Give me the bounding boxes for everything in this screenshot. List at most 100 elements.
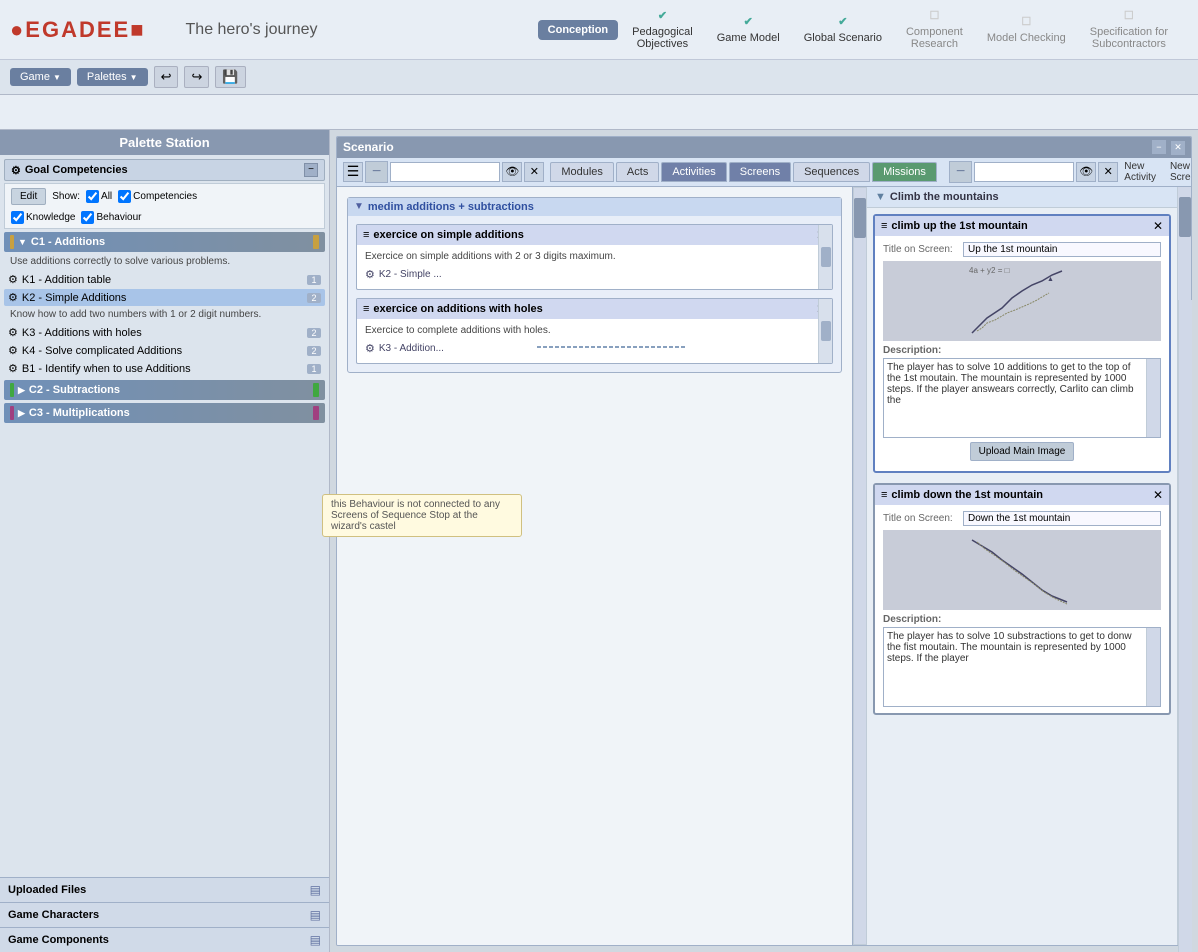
- c2-bar: [10, 383, 14, 397]
- exercise-2-scrollbar[interactable]: [818, 299, 832, 363]
- scenario-canvas[interactable]: ▼ medim additions + subtractions ≡ exerc…: [337, 187, 852, 946]
- exercise-card-1: ≡ exercice on simple additions ✕ Exercic…: [356, 224, 833, 290]
- activity-group-collapse-icon: ▼: [354, 201, 364, 212]
- k2-item[interactable]: ⚙ K2 - Simple Additions 2: [4, 289, 325, 306]
- save-button[interactable]: 💾: [215, 66, 245, 88]
- c3-header[interactable]: ▶ C3 - Multiplications: [4, 403, 325, 423]
- exercise-card-1-body: Exercice on simple additions with 2 or 3…: [357, 245, 832, 289]
- nav-step-game-model[interactable]: ✔ Game Model: [707, 11, 790, 48]
- drag-icon-button[interactable]: ☰: [343, 162, 363, 182]
- palettes-menu[interactable]: Palettes: [77, 68, 148, 86]
- game-characters-header[interactable]: Game Characters ▤: [0, 903, 329, 927]
- game-characters-section: Game Characters ▤: [0, 902, 329, 927]
- tab-activities[interactable]: Activities: [661, 162, 726, 182]
- edit-button[interactable]: Edit: [11, 188, 46, 205]
- screen-2-image: [967, 532, 1077, 607]
- screen-2-desc-scrollbar[interactable]: [1146, 628, 1160, 706]
- game-components-header[interactable]: Game Components ▤: [0, 928, 329, 952]
- screen-card-2-close[interactable]: ✕: [1153, 488, 1163, 502]
- b1-item[interactable]: ⚙ B1 - Identify when to use Additions 1: [4, 360, 325, 377]
- redo-button[interactable]: ↪: [184, 66, 209, 88]
- close-window-button[interactable]: ✕: [1171, 141, 1185, 155]
- goal-competencies-header[interactable]: ⚙ Goal Competencies −: [4, 159, 325, 181]
- svg-text:▲: ▲: [1047, 276, 1054, 283]
- exercise-1-scroll-thumb: [821, 247, 831, 267]
- k1-item[interactable]: ⚙ K1 - Addition table 1: [4, 271, 325, 288]
- new-activity-label: New Activity: [1124, 161, 1156, 183]
- screen-search-input[interactable]: [974, 162, 1074, 182]
- preview-icon-button[interactable]: 👁: [502, 162, 522, 182]
- main: Palette Station ⚙ Goal Competencies − Ed…: [0, 130, 1198, 952]
- behaviour-checkbox[interactable]: Behaviour: [81, 211, 141, 224]
- nav-step-model-checking[interactable]: ☐ Model Checking: [977, 11, 1076, 48]
- knowledge-checkbox[interactable]: Knowledge: [11, 211, 75, 224]
- exercise-2-scroll-thumb: [821, 321, 831, 341]
- competencies-checkbox[interactable]: Competencies: [118, 190, 197, 203]
- activity-search-input[interactable]: [390, 162, 500, 182]
- screen-preview-button[interactable]: 👁: [1076, 162, 1096, 182]
- c3-bar: [10, 406, 14, 420]
- scenario-window: Scenario − ✕ ☰ − 👁 ✕ Modules: [336, 136, 1192, 946]
- tab-acts[interactable]: Acts: [616, 162, 659, 182]
- game-characters-expand-icon: ▤: [310, 908, 321, 922]
- nav-step-pedagogical[interactable]: ✔ PedagogicalObjectives: [622, 5, 703, 54]
- center-scrollbar[interactable]: [853, 187, 867, 946]
- nav-step-global-scenario[interactable]: ✔ Global Scenario: [794, 11, 892, 48]
- exercise-card-2-body: Exercice to complete additions with hole…: [357, 319, 832, 363]
- screen-1-desc: The player has to solve 10 additions to …: [883, 358, 1161, 438]
- exercise-1-menu-icon: ≡: [363, 229, 369, 241]
- minimize-window-button[interactable]: −: [1152, 140, 1166, 154]
- k2-icon: ⚙: [8, 291, 18, 304]
- tab-modules[interactable]: Modules: [550, 162, 614, 182]
- filter-checkboxes: All Competencies: [86, 190, 197, 203]
- c3-right-bar: [313, 406, 319, 420]
- k2-ref-icon: ⚙: [365, 268, 375, 281]
- screen-cards-area[interactable]: ≡ climb up the 1st mountain ✕ Title on S…: [867, 208, 1177, 946]
- tab-sequences[interactable]: Sequences: [793, 162, 870, 182]
- project-title: The hero's journey: [186, 21, 318, 39]
- screen-card-1: ≡ climb up the 1st mountain ✕ Title on S…: [873, 214, 1171, 473]
- logo: ●EGADEE■: [10, 17, 146, 43]
- nav-step-component-research[interactable]: ☐ ComponentResearch: [896, 5, 973, 54]
- screen-clear-button[interactable]: ✕: [1098, 162, 1118, 182]
- screen-1-menu-icon: ≡: [881, 220, 887, 232]
- new-screen-label: New Screen: [1170, 161, 1192, 183]
- k1-icon: ⚙: [8, 273, 18, 286]
- undo-button[interactable]: ↩: [154, 66, 179, 88]
- activity-group-header[interactable]: ▼ medim additions + subtractions: [348, 198, 841, 216]
- clear-search-button[interactable]: ✕: [524, 162, 544, 182]
- exercise-1-scrollbar[interactable]: [818, 225, 832, 289]
- title-on-screen-row: Title on Screen:: [883, 242, 1161, 257]
- exercise-card-2-header: ≡ exercice on additions with holes ✕: [357, 299, 832, 319]
- c2-header[interactable]: ▶ C2 - Subtractions: [4, 380, 325, 400]
- scenario-toolbar: ☰ − 👁 ✕ Modules Acts Activities Screens …: [337, 158, 1191, 187]
- tab-missions[interactable]: Missions: [872, 162, 937, 182]
- screen-card-1-header: ≡ climb up the 1st mountain ✕: [875, 216, 1169, 236]
- title-on-screen-1-input[interactable]: [963, 242, 1161, 257]
- uploaded-files-header[interactable]: Uploaded Files ▤: [0, 878, 329, 902]
- title-on-screen-2-input[interactable]: [963, 511, 1161, 526]
- svg-text:4a + y2 = □: 4a + y2 = □: [969, 266, 1010, 275]
- all-checkbox[interactable]: All: [86, 190, 112, 203]
- topbar: ●EGADEE■ The hero's journey Conception ✔…: [0, 0, 1198, 130]
- screen-card-1-close[interactable]: ✕: [1153, 219, 1163, 233]
- logo-row: ●EGADEE■ The hero's journey Conception ✔…: [0, 0, 1198, 60]
- screen-card-2-body: Title on Screen:: [875, 505, 1169, 713]
- scenario-window-buttons: − ✕: [1150, 140, 1185, 155]
- scenario-titlebar: Scenario − ✕: [337, 137, 1191, 158]
- game-menu[interactable]: Game: [10, 68, 71, 86]
- tab-screens[interactable]: Screens: [729, 162, 791, 182]
- minus-button-right[interactable]: −: [949, 161, 972, 183]
- nav-step-specification[interactable]: ☐ Specification forSubcontractors: [1080, 5, 1178, 54]
- minus-button[interactable]: −: [365, 161, 388, 183]
- k3-item[interactable]: ⚙ K3 - Additions with holes 2: [4, 324, 325, 341]
- k4-item[interactable]: ⚙ K4 - Solve complicated Additions 2: [4, 342, 325, 359]
- scenario-right-panel: ▼ Climb the mountains ≡ climb up the 1st…: [867, 187, 1177, 946]
- nav-step-conception[interactable]: Conception: [538, 20, 619, 40]
- screen-1-desc-scrollbar[interactable]: [1146, 359, 1160, 437]
- upload-main-image-button[interactable]: Upload Main Image: [970, 442, 1075, 461]
- center-scroll-thumb: [854, 198, 866, 238]
- exercise-card-1-header: ≡ exercice on simple additions ✕: [357, 225, 832, 245]
- c1-header[interactable]: ▼ C1 - Additions: [4, 232, 325, 252]
- minimize-goal-competencies[interactable]: −: [304, 163, 318, 177]
